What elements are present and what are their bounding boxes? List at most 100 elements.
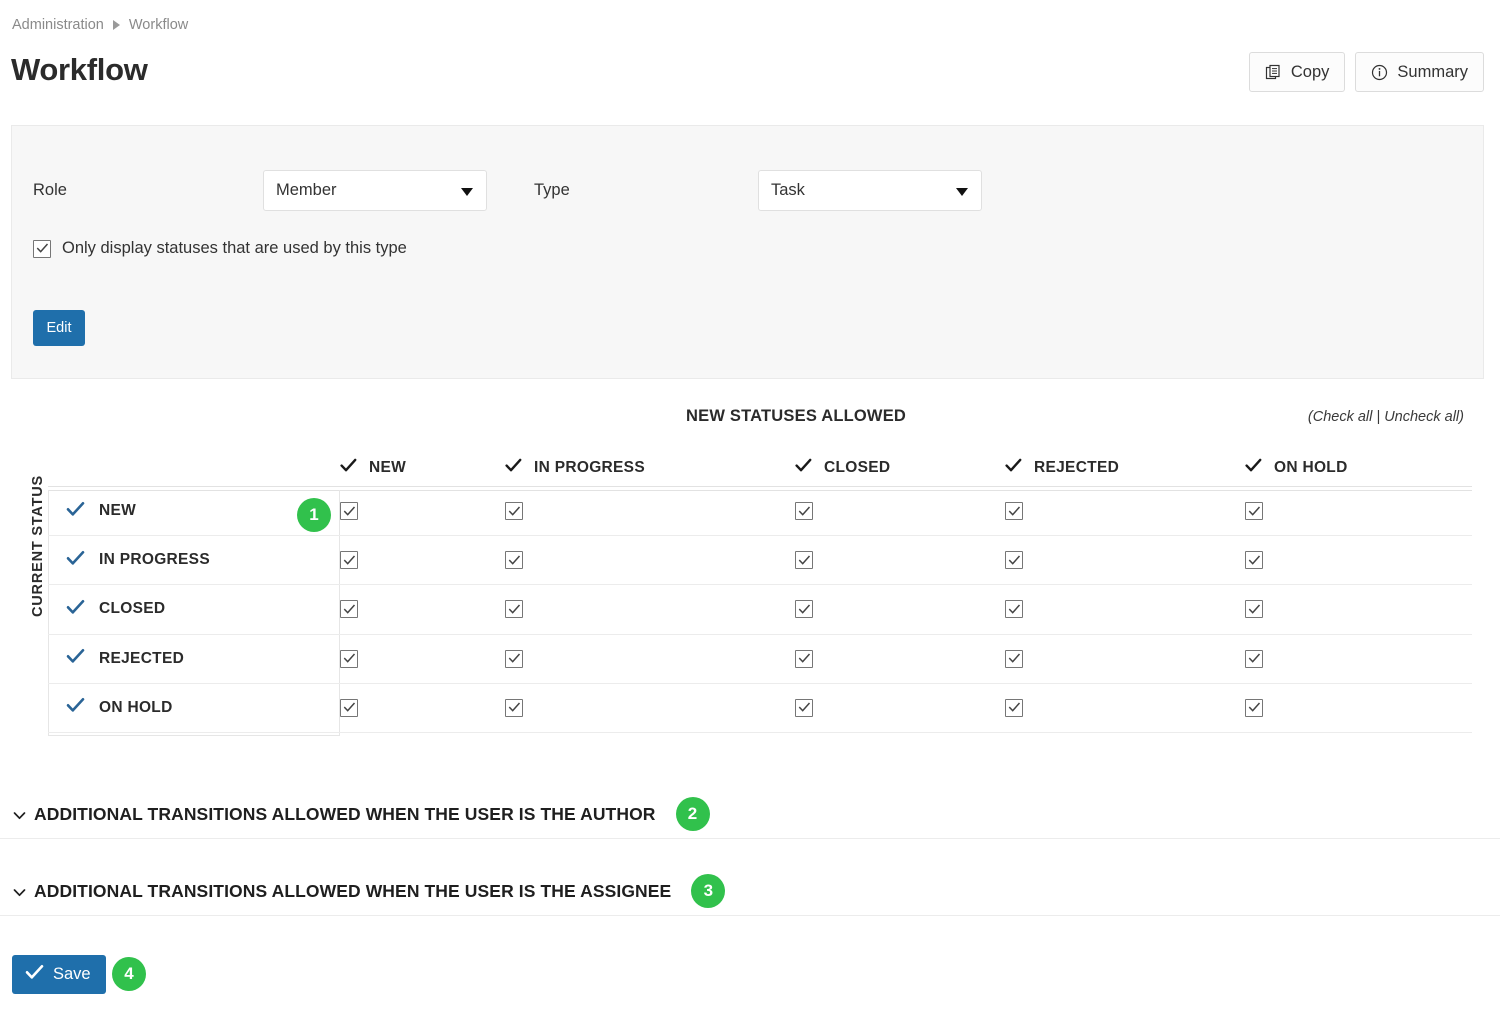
transition-checkbox[interactable]: [795, 699, 813, 717]
save-button-label: Save: [53, 965, 91, 984]
type-select-value: Task: [771, 181, 805, 200]
matrix-cell: [340, 650, 505, 668]
transition-checkbox[interactable]: [340, 699, 358, 717]
matrix-column-header-label: IN PROGRESS: [534, 459, 645, 477]
close-paren: ): [1459, 409, 1464, 425]
matrix-row-header-label: ON HOLD: [99, 699, 173, 717]
only-display-label: Only display statuses that are used by t…: [62, 239, 407, 258]
breadcrumb: Administration Workflow: [12, 17, 188, 33]
transition-checkbox[interactable]: [1245, 699, 1263, 717]
check-all-separator: |: [1372, 409, 1384, 425]
check-icon: [66, 550, 85, 571]
filter-panel: Role Member Type Task Only display statu…: [11, 125, 1484, 379]
summary-button[interactable]: Summary: [1355, 52, 1484, 92]
transition-checkbox[interactable]: [1005, 551, 1023, 569]
matrix-title: NEW STATUSES ALLOWED: [686, 407, 906, 426]
transition-checkbox[interactable]: [1245, 600, 1263, 618]
matrix-row-header[interactable]: NEW: [48, 501, 340, 522]
transition-checkbox[interactable]: [1005, 600, 1023, 618]
check-icon: [1005, 458, 1022, 478]
matrix-row-header-label: IN PROGRESS: [99, 551, 210, 569]
transition-checkbox[interactable]: [1245, 650, 1263, 668]
matrix-cell: [340, 699, 505, 717]
check-icon: [340, 458, 357, 478]
transition-checkbox[interactable]: [1005, 650, 1023, 668]
matrix-cell: [1245, 551, 1465, 569]
matrix-column-header[interactable]: IN PROGRESS: [505, 458, 795, 478]
matrix-row-header[interactable]: ON HOLD: [48, 697, 340, 718]
transition-checkbox[interactable]: [795, 551, 813, 569]
copy-button[interactable]: Copy: [1249, 52, 1346, 92]
transition-checkbox[interactable]: [505, 699, 523, 717]
uncheck-all-link[interactable]: Uncheck all: [1384, 409, 1459, 425]
matrix-cell: [795, 551, 1005, 569]
transition-checkbox[interactable]: [340, 502, 358, 520]
table-row: IN PROGRESS: [48, 536, 1472, 585]
transition-checkbox[interactable]: [340, 600, 358, 618]
matrix-cell: [1005, 699, 1245, 717]
role-select-value: Member: [276, 181, 337, 200]
current-status-axis-label: CURRENT STATUS: [30, 446, 46, 646]
matrix-cell: [340, 600, 505, 618]
matrix-cell: [795, 699, 1005, 717]
matrix-row-header-label: CLOSED: [99, 600, 165, 618]
role-select[interactable]: Member: [263, 170, 487, 211]
info-circle-icon: [1371, 64, 1388, 81]
matrix-cell: [505, 650, 795, 668]
transition-checkbox[interactable]: [1005, 502, 1023, 520]
check-all-link[interactable]: Check all: [1313, 409, 1373, 425]
matrix-column-header-label: CLOSED: [824, 459, 890, 477]
role-label: Role: [33, 181, 263, 200]
matrix-cell: [1245, 502, 1465, 520]
transition-checkbox[interactable]: [1245, 551, 1263, 569]
transition-checkbox[interactable]: [340, 650, 358, 668]
transition-checkbox[interactable]: [505, 502, 523, 520]
matrix-cell: [340, 502, 505, 520]
matrix-column-header[interactable]: REJECTED: [1005, 458, 1245, 478]
check-icon: [66, 648, 85, 669]
matrix-cell: [795, 650, 1005, 668]
copy-icon: [1265, 64, 1282, 81]
only-display-checkbox[interactable]: [33, 240, 51, 258]
annotation-badge-3: 3: [691, 874, 725, 908]
summary-button-label: Summary: [1397, 63, 1468, 82]
type-select[interactable]: Task: [758, 170, 982, 211]
transition-checkbox[interactable]: [795, 600, 813, 618]
save-button[interactable]: Save: [12, 955, 106, 994]
matrix-row-header[interactable]: CLOSED: [48, 599, 340, 620]
edit-button[interactable]: Edit: [33, 310, 85, 346]
matrix-row-header[interactable]: REJECTED: [48, 648, 340, 669]
transition-checkbox[interactable]: [505, 600, 523, 618]
page-title: Workflow: [11, 52, 148, 88]
matrix-column-header[interactable]: ON HOLD: [1245, 458, 1465, 478]
annotation-badge-4: 4: [112, 957, 146, 991]
matrix-column-header[interactable]: NEW: [340, 458, 505, 478]
matrix-row-header[interactable]: IN PROGRESS: [48, 550, 340, 571]
check-icon: [66, 599, 85, 620]
check-all-controls: (Check all | Uncheck all): [1308, 409, 1464, 425]
check-icon: [1245, 458, 1262, 478]
section-assignee[interactable]: ADDITIONAL TRANSITIONS ALLOWED WHEN THE …: [0, 868, 1500, 916]
transition-checkbox[interactable]: [795, 650, 813, 668]
matrix-cell: [1005, 600, 1245, 618]
matrix-column-header[interactable]: CLOSED: [795, 458, 1005, 478]
matrix-cell: [1005, 551, 1245, 569]
transition-checkbox[interactable]: [340, 551, 358, 569]
matrix-column-header-label: ON HOLD: [1274, 459, 1348, 477]
table-row: REJECTED: [48, 635, 1472, 684]
breadcrumb-item-workflow[interactable]: Workflow: [129, 17, 188, 33]
transition-checkbox[interactable]: [1245, 502, 1263, 520]
matrix-row-header-label: REJECTED: [99, 650, 184, 668]
section-author[interactable]: ADDITIONAL TRANSITIONS ALLOWED WHEN THE …: [0, 791, 1500, 839]
table-row: ON HOLD: [48, 684, 1472, 733]
top-actions: Copy Summary: [1249, 52, 1484, 92]
check-icon: [66, 501, 85, 522]
transition-checkbox[interactable]: [505, 650, 523, 668]
table-row: NEW: [48, 487, 1472, 536]
matrix-cell: [505, 502, 795, 520]
matrix-header-row: NEW IN PROGRESS CLOSED: [48, 450, 1472, 487]
transition-checkbox[interactable]: [505, 551, 523, 569]
breadcrumb-item-administration[interactable]: Administration: [12, 17, 104, 33]
transition-checkbox[interactable]: [795, 502, 813, 520]
transition-checkbox[interactable]: [1005, 699, 1023, 717]
